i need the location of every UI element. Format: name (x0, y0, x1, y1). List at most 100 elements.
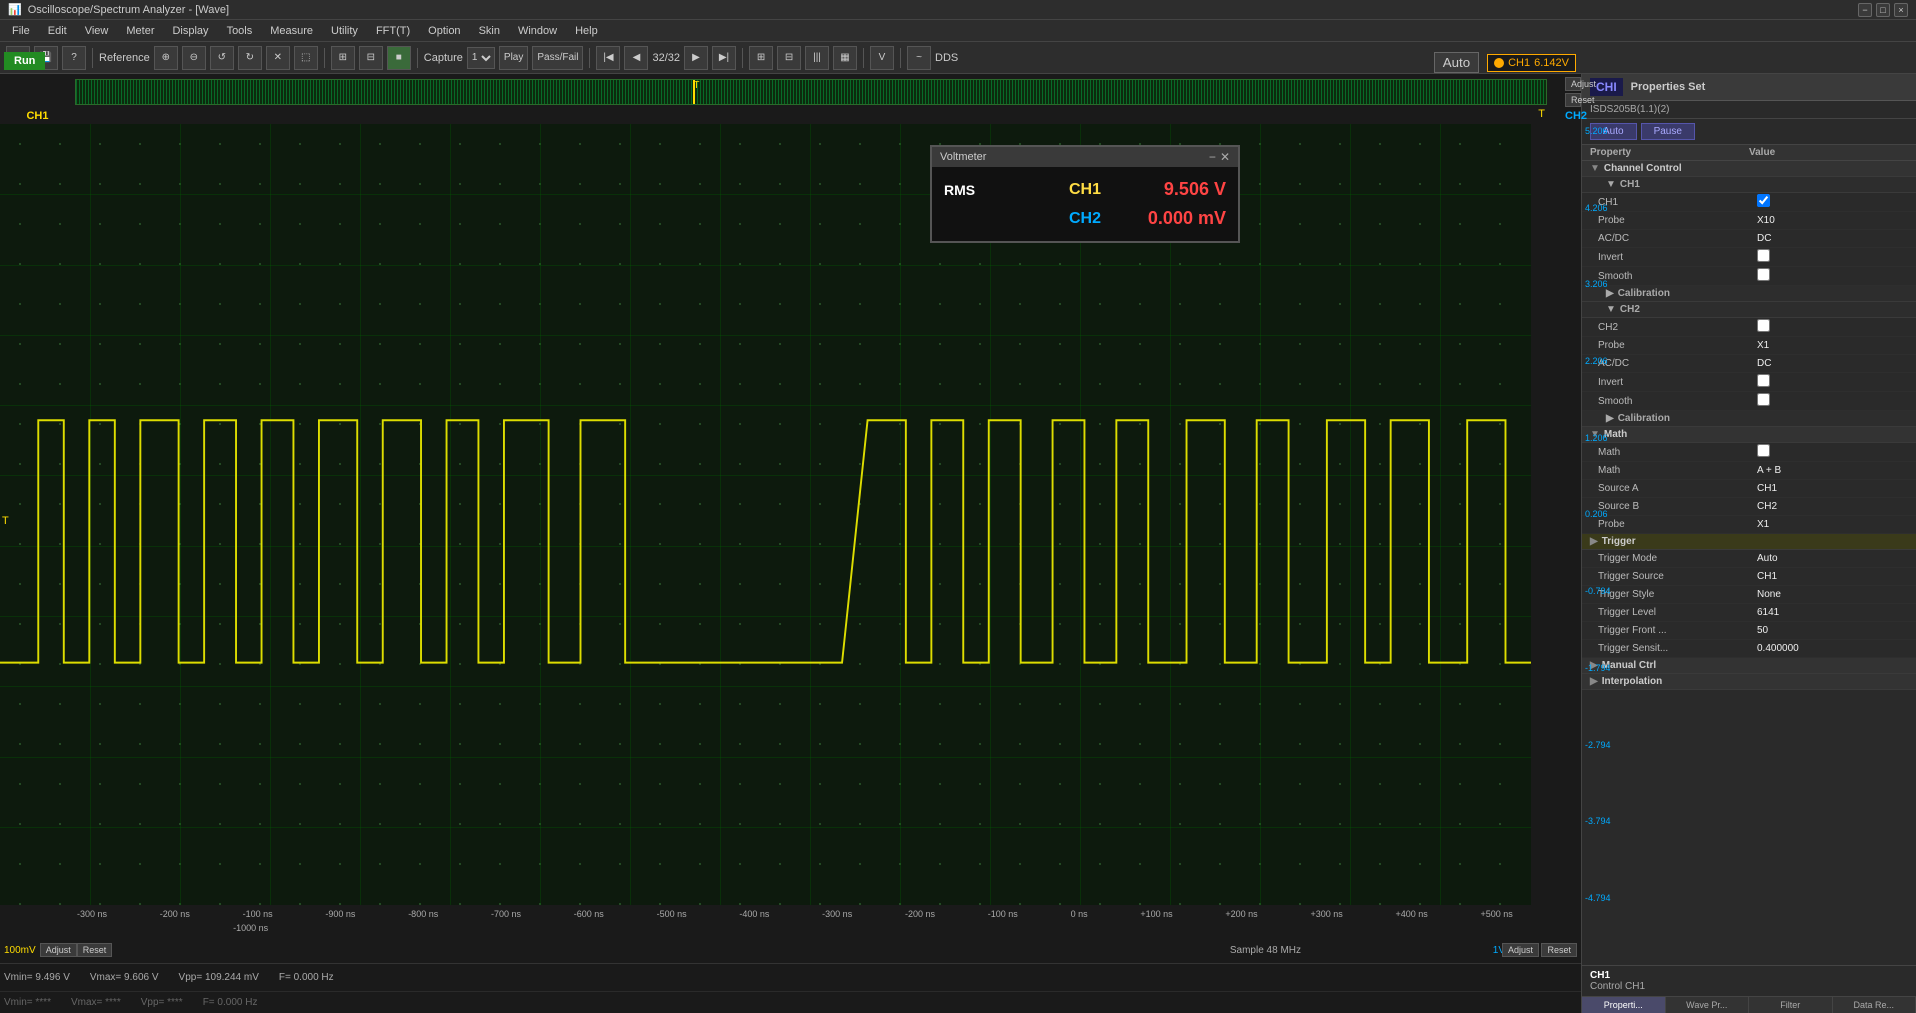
ref-btn6[interactable]: ⬚ (294, 46, 318, 70)
dds-label: DDS (935, 52, 958, 64)
ch2-reset-button[interactable]: Reset (1541, 943, 1577, 957)
nav-first[interactable]: |◀ (596, 46, 620, 70)
props-table-header: Property Value (1582, 145, 1916, 161)
pass-fail-button[interactable]: Pass/Fail (532, 46, 583, 70)
trigger-style-value: None (1749, 589, 1908, 600)
ch2-acdc-value: DC (1749, 358, 1908, 369)
bottom-stats: Vmin= 9.496 V Vmax= 9.606 V Vpp= 109.244… (0, 963, 1581, 991)
menu-skin[interactable]: Skin (471, 23, 508, 39)
menu-view[interactable]: View (77, 23, 117, 39)
math-checkbox-value (1749, 444, 1908, 460)
ref-btn2[interactable]: ⊖ (182, 46, 206, 70)
tab-filter[interactable]: Filter (1749, 997, 1833, 1013)
nav-next[interactable]: ▶ (684, 46, 708, 70)
close-button[interactable]: × (1894, 3, 1908, 17)
overview-t-marker: T (693, 80, 699, 91)
ch1-checkbox[interactable] (1757, 194, 1770, 207)
menu-help[interactable]: Help (567, 23, 606, 39)
ch2-adjust-button[interactable]: Adjust (1502, 943, 1539, 957)
ch1-invert-row: Invert (1582, 248, 1916, 267)
ref-btn1[interactable]: ⊕ (154, 46, 178, 70)
adjust-top-button[interactable]: Adjust (1565, 77, 1581, 91)
x-axis: -300 ns -200 ns -100 ns -900 ns -800 ns … (75, 905, 1515, 923)
props-ch1-title: CH1 (1590, 970, 1908, 981)
ch2-smooth-row: Smooth (1582, 392, 1916, 411)
ref-btn5[interactable]: ✕ (266, 46, 290, 70)
t-marker-left: T (2, 515, 9, 527)
toolbar: 📁 💾 ? Reference ⊕ ⊖ ↺ ↻ ✕ ⬚ ⊞ ⊟ ■ Captur… (0, 42, 1916, 74)
scope-btn[interactable]: V (870, 46, 894, 70)
menu-tools[interactable]: Tools (219, 23, 261, 39)
play-button[interactable]: Play (499, 46, 528, 70)
run-button[interactable]: Run (4, 52, 45, 70)
menu-file[interactable]: File (4, 23, 38, 39)
view-btn4[interactable]: ▦ (833, 46, 857, 70)
voltmeter-minimize[interactable]: − (1209, 150, 1216, 164)
trigger-front-row: Trigger Front ... 50 (1582, 622, 1916, 640)
separator2 (324, 48, 325, 68)
menu-window[interactable]: Window (510, 23, 565, 39)
menu-meter[interactable]: Meter (118, 23, 162, 39)
window-controls[interactable]: − □ × (1858, 3, 1908, 17)
separator6 (863, 48, 864, 68)
menu-edit[interactable]: Edit (40, 23, 75, 39)
ch2-invert-checkbox[interactable] (1757, 374, 1770, 387)
ch2-smooth-checkbox[interactable] (1757, 393, 1770, 406)
reset-top-button[interactable]: Reset (1565, 93, 1581, 107)
view-btn3[interactable]: ||| (805, 46, 829, 70)
calibration-ch1-section: ▶ Calibration (1582, 286, 1916, 302)
print-button[interactable]: ? (62, 46, 86, 70)
properties-panel: CHI Properties Set ISDS205B(1.1)(2) Auto… (1581, 74, 1916, 1013)
ch1-dot (1494, 58, 1504, 68)
ch1-subsection: ▼ CH1 (1582, 177, 1916, 193)
minimize-button[interactable]: − (1858, 3, 1872, 17)
menu-fft[interactable]: FFT(T) (368, 23, 418, 39)
nav-prev[interactable]: ◀ (624, 46, 648, 70)
math-probe-value: X1 (1749, 519, 1908, 530)
props-scroll-area[interactable]: ▼ Channel Control ▼ CH1 CH1 Probe X10 AC… (1582, 161, 1916, 965)
auto-button[interactable]: Auto (1434, 52, 1479, 73)
view-btn2[interactable]: ⊟ (777, 46, 801, 70)
tab-data-re[interactable]: Data Re... (1833, 997, 1916, 1013)
voltmeter-dialog: Voltmeter − ✕ RMS CH1 9.506 V CH2 0.000 … (930, 145, 1240, 243)
voltmeter-close[interactable]: ✕ (1220, 150, 1230, 164)
separator4 (589, 48, 590, 68)
ref-btn4[interactable]: ↻ (238, 46, 262, 70)
dds-button[interactable]: ~ (907, 46, 931, 70)
trigger-mode-value: Auto (1749, 553, 1908, 564)
app-icon: 📊 (8, 3, 22, 16)
ch1-smooth-checkbox[interactable] (1757, 268, 1770, 281)
trigger-section: ▶ Trigger (1582, 534, 1916, 550)
pause-button-panel[interactable]: Pause (1641, 123, 1695, 140)
view-btn1[interactable]: ⊞ (749, 46, 773, 70)
maximize-button[interactable]: □ (1876, 3, 1890, 17)
menu-measure[interactable]: Measure (262, 23, 321, 39)
ch2-checkbox[interactable] (1757, 319, 1770, 332)
bottom-stats-row2: Vmin= **** Vmax= **** Vpp= **** F= 0.000… (0, 991, 1581, 1013)
color-btn[interactable]: ■ (387, 46, 411, 70)
source-a-row: Source A CH1 (1582, 480, 1916, 498)
tab-wave-pr[interactable]: Wave Pr... (1666, 997, 1750, 1013)
capture-select[interactable]: 1 (467, 47, 495, 69)
nav-last[interactable]: ▶| (712, 46, 736, 70)
ch1-reset-button[interactable]: Reset (77, 943, 113, 957)
tab-properties[interactable]: Properti... (1582, 997, 1666, 1013)
ch2-invert-row: Invert (1582, 373, 1916, 392)
y-axis-ch2: 5.206 4.206 3.206 2.206 1.206 0.206 -0.7… (1581, 124, 1631, 905)
menu-option[interactable]: Option (420, 23, 468, 39)
props-tabs: Properti... Wave Pr... Filter Data Re... (1582, 996, 1916, 1013)
voltmeter-ch1-label: CH1 (1041, 181, 1130, 199)
overview-signal (76, 80, 1546, 104)
ch1-adjust-button[interactable]: Adjust (40, 943, 77, 957)
ch1-invert-value (1749, 249, 1908, 265)
voltmeter-header: Voltmeter − ✕ (932, 147, 1238, 167)
menu-display[interactable]: Display (164, 23, 216, 39)
ref-btn3[interactable]: ↺ (210, 46, 234, 70)
menu-utility[interactable]: Utility (323, 23, 366, 39)
math-checkbox[interactable] (1757, 444, 1770, 457)
t-marker-top: T (1538, 108, 1545, 120)
grid-btn2[interactable]: ⊟ (359, 46, 383, 70)
voltmeter-ch2-label: CH2 (1041, 210, 1130, 228)
grid-btn1[interactable]: ⊞ (331, 46, 355, 70)
ch1-invert-checkbox[interactable] (1757, 249, 1770, 262)
